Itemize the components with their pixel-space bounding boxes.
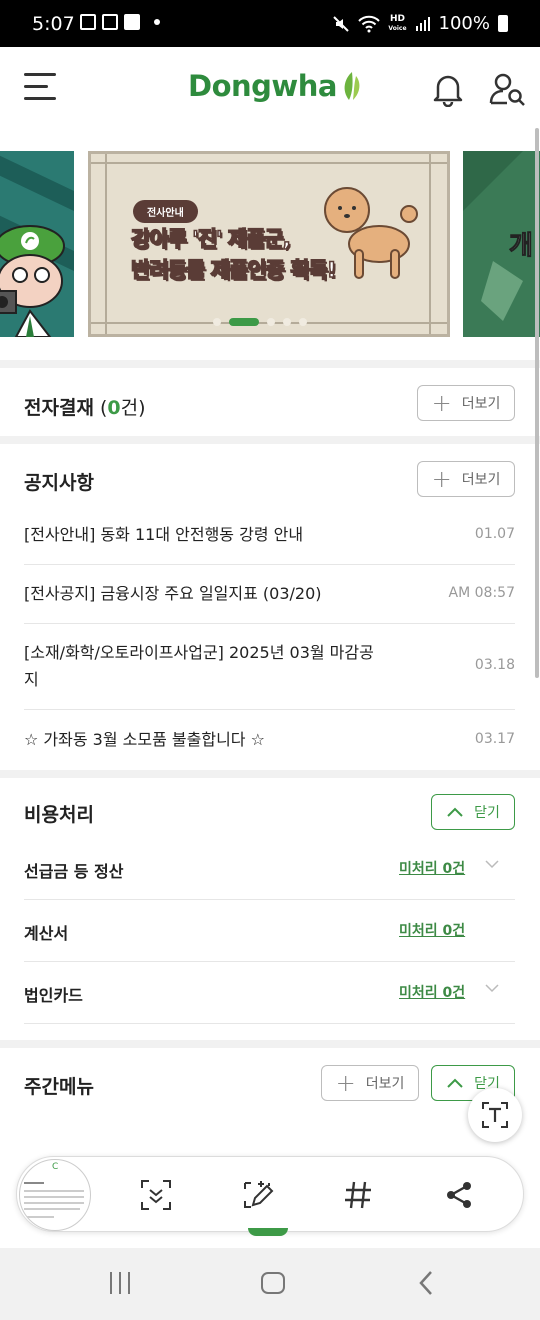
back-icon[interactable] xyxy=(418,1270,434,1296)
expense-count-link[interactable]: 미처리 0건 xyxy=(399,920,465,940)
banner-headline: 강아루 '진' 제품군, 반려동물 제품인증 획득! xyxy=(130,226,337,283)
logo-text: Dongwha xyxy=(188,69,337,103)
scrollbar[interactable] xyxy=(535,128,539,678)
banner-slide-prev[interactable] xyxy=(0,151,74,337)
status-time: 5:07 xyxy=(32,13,75,35)
mute-icon xyxy=(333,15,350,32)
notification-icons xyxy=(80,14,160,30)
carousel-dot[interactable] xyxy=(213,318,221,326)
approval-count: 0 xyxy=(107,397,121,419)
draw-edit-button[interactable] xyxy=(239,1177,275,1213)
scroll-capture-icon xyxy=(141,1180,171,1210)
notice-title: 공지사항 xyxy=(24,472,94,494)
text-extract-icon xyxy=(482,1102,508,1128)
note-icon xyxy=(124,14,140,30)
battery-icon xyxy=(498,15,508,32)
weekly-menu-title: 주간메뉴 xyxy=(24,1076,94,1098)
expense-count-link[interactable]: 미처리 0건 xyxy=(399,858,465,878)
banner-tag: 전사안내 xyxy=(133,200,198,223)
banner-slide-current[interactable]: 전사안내 강아루 '진' 제품군, 반려동물 제품인증 획득! xyxy=(88,151,450,337)
hashtag-icon xyxy=(345,1181,371,1209)
expense-row-advance[interactable]: 선급금 등 정산 미처리 0건 xyxy=(24,838,515,900)
home-button[interactable] xyxy=(261,1272,285,1294)
next-slide-text: 개 xyxy=(509,231,534,262)
chevron-up-icon xyxy=(447,1078,463,1088)
chevron-down-icon[interactable] xyxy=(484,858,500,870)
expense-close-button[interactable]: 닫기 xyxy=(431,794,515,830)
share-button[interactable] xyxy=(441,1177,477,1213)
status-bar: 5:07 HD Voice 100% xyxy=(0,0,540,47)
share-icon xyxy=(447,1182,471,1208)
more-notifications-icon xyxy=(154,19,160,25)
scroll-capture-button[interactable] xyxy=(138,1177,174,1213)
dog-illustration xyxy=(324,187,418,279)
notice-item[interactable]: [전사공지] 금융시장 주요 일일지표 (03/20) AM 08:57 xyxy=(24,565,515,624)
carousel-dot-active[interactable] xyxy=(229,318,259,326)
banner-slide-next[interactable]: 개 xyxy=(463,151,540,337)
approval-more-button[interactable]: + 더보기 xyxy=(417,385,515,421)
expense-row-corporate-card[interactable]: 법인카드 미처리 0건 xyxy=(24,962,515,1024)
bell-icon[interactable] xyxy=(430,71,466,107)
screenshot-toolbar: C xyxy=(16,1156,524,1232)
floating-action-peek xyxy=(248,1228,288,1236)
carousel-dot[interactable] xyxy=(299,318,307,326)
section-divider xyxy=(0,360,540,368)
banner-carousel[interactable]: 전사안내 강아루 '진' 제품군, 반려동물 제품인증 획득! 개 xyxy=(0,148,540,340)
notice-item[interactable]: ☆ 가좌동 3월 소모품 불출합니다 ☆ 03.17 xyxy=(24,710,515,770)
system-status-icons: HD Voice 100% xyxy=(332,13,508,34)
chevron-up-icon xyxy=(447,807,463,817)
section-divider xyxy=(0,1040,540,1048)
expense-row-invoice[interactable]: 계산서 미처리 0건 xyxy=(24,900,515,962)
carousel-dot[interactable] xyxy=(283,318,291,326)
notice-more-button[interactable]: + 더보기 xyxy=(417,461,515,497)
outlook-icon xyxy=(102,14,118,30)
section-divider xyxy=(0,436,540,444)
recent-apps-button[interactable] xyxy=(110,1272,130,1294)
gallery-icon xyxy=(80,14,96,30)
expense-title: 비용처리 xyxy=(24,804,94,826)
plus-icon: + xyxy=(431,389,452,417)
leaf-icon xyxy=(344,72,360,100)
hamburger-menu-button[interactable] xyxy=(24,73,56,103)
approval-title: 전자결재 (0건) xyxy=(24,397,146,419)
battery-percent: 100% xyxy=(438,13,490,34)
wifi-icon xyxy=(358,15,381,32)
tag-button[interactable] xyxy=(340,1177,376,1213)
plus-icon: + xyxy=(335,1069,356,1097)
dongwha-logo[interactable]: Dongwha xyxy=(188,69,363,103)
notice-item[interactable]: [전사안내] 동화 11대 안전행동 강령 안내 01.07 xyxy=(24,505,515,565)
notice-item[interactable]: [소재/화학/오토라이프사업군] 2025년 03월 마감공 지 03.18 xyxy=(24,624,515,710)
text-extract-button[interactable] xyxy=(468,1088,522,1142)
hd-voice-icon: HD Voice xyxy=(388,13,407,32)
plus-icon: + xyxy=(431,465,452,493)
carousel-indicator[interactable] xyxy=(213,318,307,326)
system-nav-bar xyxy=(0,1248,540,1320)
signal-icon xyxy=(415,16,430,31)
edit-pen-icon xyxy=(244,1181,274,1208)
mascot-illustration xyxy=(0,155,74,337)
weekly-menu-more-button[interactable]: + 더보기 xyxy=(321,1065,419,1101)
expense-count-link[interactable]: 미처리 0건 xyxy=(399,982,465,1002)
carousel-dot[interactable] xyxy=(267,318,275,326)
user-search-icon[interactable] xyxy=(488,71,528,107)
screenshot-thumbnail[interactable]: C xyxy=(19,1159,91,1231)
chevron-down-icon[interactable] xyxy=(484,982,500,994)
app-header: Dongwha xyxy=(0,47,540,127)
section-divider xyxy=(0,770,540,778)
